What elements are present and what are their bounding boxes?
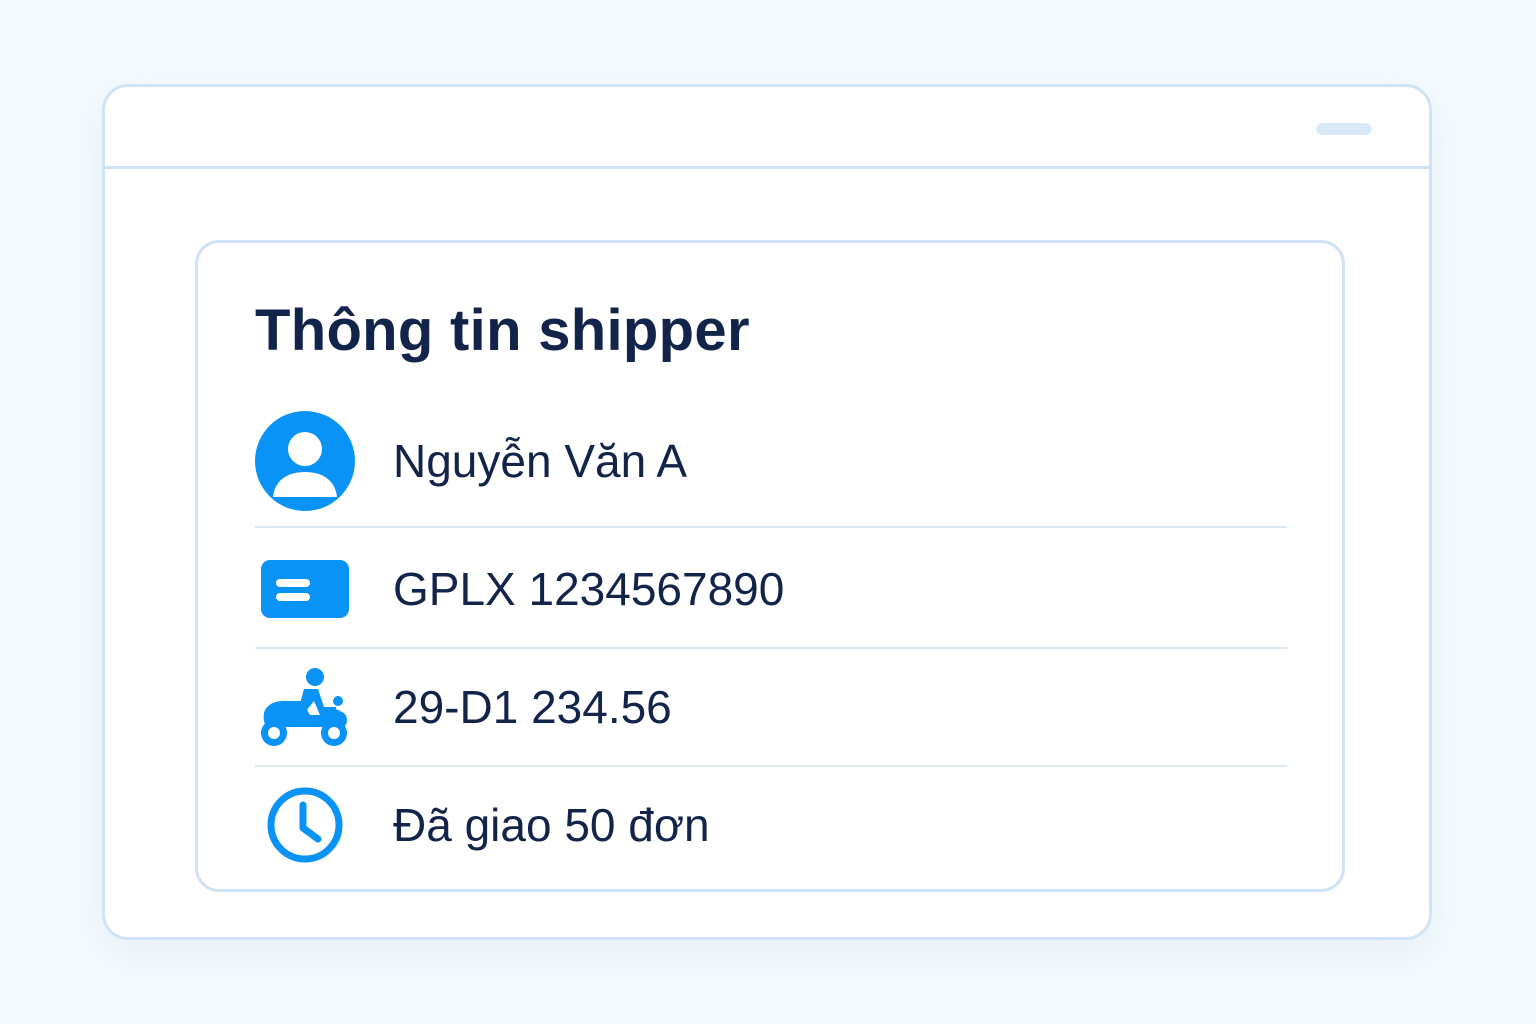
driver-license-number: GPLX 1234567890 — [393, 563, 785, 615]
license-plate-row: 29-D1 234.56 — [255, 657, 1287, 757]
app-window: Thông tin shipper Nguyễn Văn A GPLX 1234… — [102, 84, 1432, 940]
shipper-info-card: Thông tin shipper Nguyễn Văn A GPLX 1234… — [195, 240, 1345, 892]
minimize-control[interactable] — [1316, 123, 1372, 135]
id-card-icon — [255, 559, 355, 619]
user-avatar-icon — [255, 411, 355, 511]
card-title: Thông tin shipper — [255, 298, 750, 363]
delivered-orders-count: Đã giao 50 đơn — [393, 799, 710, 851]
window-titlebar — [105, 87, 1429, 169]
row-divider — [255, 526, 1287, 528]
license-plate: 29-D1 234.56 — [393, 681, 672, 733]
row-divider — [255, 765, 1287, 767]
shipper-name: Nguyễn Văn A — [393, 435, 688, 487]
row-divider — [255, 647, 1287, 649]
delivered-orders-row: Đã giao 50 đơn — [255, 775, 1287, 875]
shipper-name-row: Nguyễn Văn A — [255, 408, 1287, 514]
motorbike-icon — [255, 667, 355, 747]
driver-license-row: GPLX 1234567890 — [255, 539, 1287, 639]
clock-icon — [255, 785, 355, 865]
